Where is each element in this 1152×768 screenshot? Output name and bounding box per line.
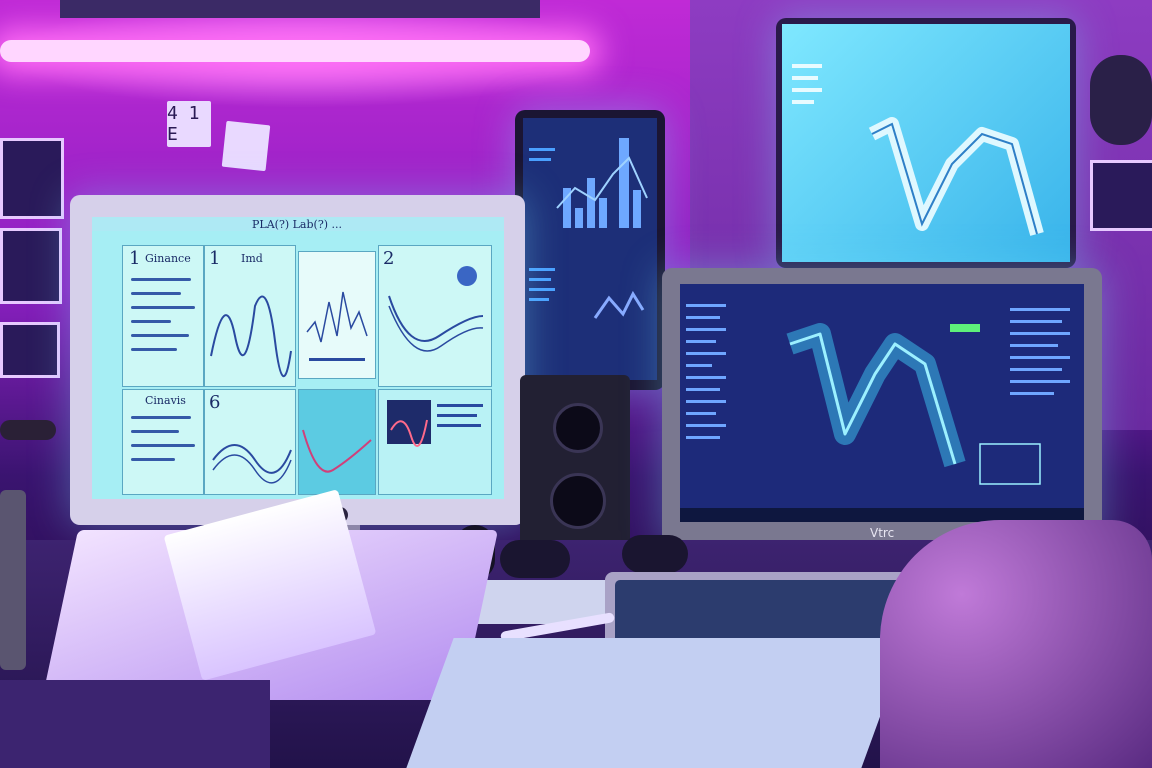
notes-panel: 1 Ginance xyxy=(122,245,204,387)
wall-speaker xyxy=(1090,55,1152,145)
back-monitor xyxy=(515,110,665,390)
neon-glow xyxy=(0,18,600,108)
spiral-plot xyxy=(212,444,292,484)
cad-model xyxy=(686,304,1070,485)
microphone xyxy=(0,420,56,440)
window-title: PLA(?) Lab(?) ... xyxy=(252,218,342,231)
window-frame xyxy=(60,0,540,18)
left-monitor: PLA(?) Lab(?) ... 1 Ginance 1 Imd 2 Cina… xyxy=(70,195,525,525)
tweeter xyxy=(553,403,603,453)
back-monitor-chart xyxy=(529,138,648,319)
neon-tube-light xyxy=(0,40,590,62)
poster-graph xyxy=(0,322,60,378)
sticky-note xyxy=(221,120,271,172)
panel-heading: Cinavis xyxy=(145,394,186,407)
paper-sheet xyxy=(406,638,909,768)
curve-plot xyxy=(388,266,484,352)
histogram-plot xyxy=(306,291,368,361)
dip-plot xyxy=(302,429,372,473)
spiral-panel: 6 xyxy=(204,389,296,495)
desk-speaker xyxy=(520,375,630,550)
panel-number: 1 xyxy=(129,248,141,269)
sticky-note: 4 1 E xyxy=(167,101,211,147)
bottle xyxy=(0,490,26,670)
data-plot xyxy=(387,400,483,447)
wave-plot xyxy=(210,295,292,377)
poster-diagram xyxy=(0,228,62,304)
left-monitor-toolbar: PLA(?) Lab(?) ... xyxy=(92,217,504,231)
wall-monitor-model xyxy=(792,64,1044,236)
mouse-right xyxy=(622,535,688,573)
right-monitor: Vtrc xyxy=(662,268,1102,548)
poster-chart xyxy=(0,138,64,219)
chair xyxy=(880,520,1152,768)
graph-panel: 1 Imd xyxy=(204,245,296,387)
dip-panel xyxy=(298,389,376,495)
notes-panel-2: Cinavis xyxy=(122,389,204,495)
curve-panel: 2 xyxy=(378,245,492,387)
mouse-left xyxy=(500,540,570,578)
woofer xyxy=(550,473,606,529)
panel-heading: Ginance xyxy=(145,252,191,265)
monitor-brand: Vtrc xyxy=(870,526,895,540)
histogram-panel xyxy=(298,251,376,379)
wall-photo xyxy=(1090,160,1152,231)
notebook xyxy=(0,680,270,768)
data-panel xyxy=(378,389,492,495)
sticky-note-text: 4 1 E xyxy=(167,103,200,145)
wall-monitor xyxy=(776,18,1076,268)
